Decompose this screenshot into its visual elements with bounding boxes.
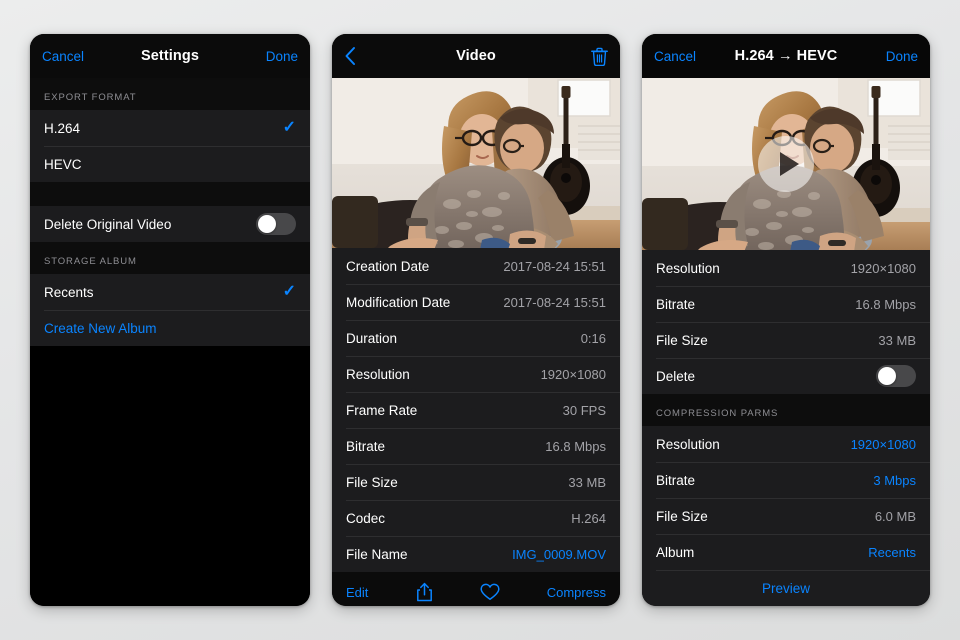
trash-icon[interactable] [591, 47, 608, 66]
row-label: Codec [346, 510, 386, 526]
row-label: File Size [656, 508, 708, 524]
play-icon[interactable] [758, 136, 814, 192]
row-value: 6.0 MB [874, 508, 916, 524]
table-row[interactable]: File Size 33 MB [332, 464, 620, 500]
compression-screen: Cancel H.264 → HEVC Done Resolution 1920… [642, 34, 930, 606]
row-label: Duration [346, 330, 398, 346]
video-thumbnail[interactable] [332, 78, 620, 248]
compression-params-list: Resolution 1920×1080 Bitrate 3 Mbps File… [642, 426, 930, 606]
row-value[interactable]: 3 Mbps [873, 473, 916, 488]
param-filesize-row[interactable]: File Size 6.0 MB [642, 498, 930, 534]
option-h264-label: H.264 [44, 120, 81, 136]
option-h264[interactable]: H.264 ✓ [30, 110, 310, 146]
row-label: Creation Date [346, 258, 430, 274]
row-value: 16.8 Mbps [545, 438, 606, 454]
table-row[interactable]: File Name IMG_0009.MOV [332, 536, 620, 572]
row-label: Bitrate [656, 296, 696, 312]
row-value: H.264 [571, 510, 606, 526]
row-value[interactable]: Recents [868, 545, 916, 560]
row-label: Bitrate [656, 472, 696, 488]
play-triangle [779, 152, 799, 176]
row-value[interactable]: IMG_0009.MOV [512, 547, 606, 562]
option-hevc[interactable]: HEVC [30, 146, 310, 182]
video-detail-screen: Video Creation Date 2017-08-24 15:51 Mod… [332, 34, 620, 606]
row-label: Resolution [656, 260, 720, 276]
cancel-button[interactable]: Cancel [42, 49, 84, 64]
toggle-knob [258, 215, 276, 233]
delete-original-video-label: Delete Original Video [44, 216, 172, 232]
settings-empty-area [30, 346, 310, 606]
row-value: 1920×1080 [540, 366, 606, 382]
table-row[interactable]: Codec H.264 [332, 500, 620, 536]
settings-screen: Cancel Settings Done EXPORT FORMAT H.264… [30, 34, 310, 606]
edit-button[interactable]: Edit [346, 585, 368, 600]
chevron-left-icon[interactable] [344, 46, 357, 66]
row-value: 33 MB [568, 474, 606, 490]
option-hevc-label: HEVC [44, 156, 82, 172]
table-row[interactable]: Resolution 1920×1080 [332, 356, 620, 392]
checkmark-icon: ✓ [282, 283, 296, 300]
preview-label: Preview [761, 580, 810, 596]
done-button[interactable]: Done [266, 49, 298, 64]
row-label: Frame Rate [346, 402, 418, 418]
create-new-album-label: Create New Album [44, 320, 157, 336]
compress-button[interactable]: Compress [547, 585, 606, 600]
table-row[interactable]: Resolution 1920×1080 [642, 250, 930, 286]
row-value: 2017-08-24 15:51 [503, 294, 606, 310]
create-new-album-row[interactable]: Create New Album [30, 310, 310, 346]
album-recents[interactable]: Recents ✓ [30, 274, 310, 310]
album-recents-label: Recents [44, 284, 94, 300]
row-label: Resolution [346, 366, 410, 382]
video-preview-thumbnail[interactable] [642, 78, 930, 250]
row-value[interactable]: 1920×1080 [851, 437, 916, 452]
video-metadata-list: Creation Date 2017-08-24 15:51 Modificat… [332, 248, 620, 572]
done-button[interactable]: Done [886, 49, 918, 64]
compression-navbar: Cancel H.264 → HEVC Done [642, 34, 930, 78]
export-format-section-header: EXPORT FORMAT [30, 78, 310, 110]
row-label: Delete [656, 368, 696, 384]
share-icon[interactable] [416, 582, 433, 602]
table-row[interactable]: Frame Rate 30 FPS [332, 392, 620, 428]
row-label: File Size [346, 474, 398, 490]
row-value: 2017-08-24 15:51 [503, 258, 606, 274]
row-label: Resolution [656, 436, 720, 452]
delete-original-video-toggle[interactable] [256, 213, 296, 235]
table-row[interactable]: Modification Date 2017-08-24 15:51 [332, 284, 620, 320]
row-value: 33 MB [878, 332, 916, 348]
table-row[interactable]: Bitrate 16.8 Mbps [642, 286, 930, 322]
delete-original-video-row[interactable]: Delete Original Video [30, 206, 310, 242]
row-label: File Name [346, 546, 408, 562]
section-gap-1 [30, 182, 310, 206]
row-label: Bitrate [346, 438, 386, 454]
storage-album-section-header: STORAGE ALBUM [30, 242, 310, 274]
row-value: 30 FPS [562, 402, 606, 418]
settings-navbar: Cancel Settings Done [30, 34, 310, 78]
row-label: Album [656, 544, 695, 560]
table-row[interactable]: Creation Date 2017-08-24 15:51 [332, 248, 620, 284]
screenshot-stage: Cancel Settings Done EXPORT FORMAT H.264… [0, 0, 960, 640]
table-row[interactable]: File Size 33 MB [642, 322, 930, 358]
delete-row[interactable]: Delete [642, 358, 930, 394]
row-label: File Size [656, 332, 708, 348]
delete-toggle[interactable] [876, 365, 916, 387]
param-resolution-row[interactable]: Resolution 1920×1080 [642, 426, 930, 462]
table-row[interactable]: Duration 0:16 [332, 320, 620, 356]
param-bitrate-row[interactable]: Bitrate 3 Mbps [642, 462, 930, 498]
heart-icon[interactable] [480, 583, 500, 601]
param-album-row[interactable]: Album Recents [642, 534, 930, 570]
page-title: Video [456, 48, 496, 64]
video-navbar: Video [332, 34, 620, 78]
source-info-list: Resolution 1920×1080 Bitrate 16.8 Mbps F… [642, 250, 930, 394]
row-label: Modification Date [346, 294, 451, 310]
toggle-knob [878, 367, 896, 385]
row-value: 16.8 Mbps [855, 296, 916, 312]
preview-button[interactable]: Preview [642, 570, 930, 606]
row-value: 1920×1080 [850, 260, 916, 276]
table-row[interactable]: Bitrate 16.8 Mbps [332, 428, 620, 464]
video-bottom-toolbar: Edit Compress [332, 572, 620, 606]
checkmark-icon: ✓ [282, 119, 296, 136]
compression-parms-section-header: COMPRESSION PARMS [642, 394, 930, 426]
cancel-button[interactable]: Cancel [654, 49, 696, 64]
row-value: 0:16 [580, 330, 606, 346]
